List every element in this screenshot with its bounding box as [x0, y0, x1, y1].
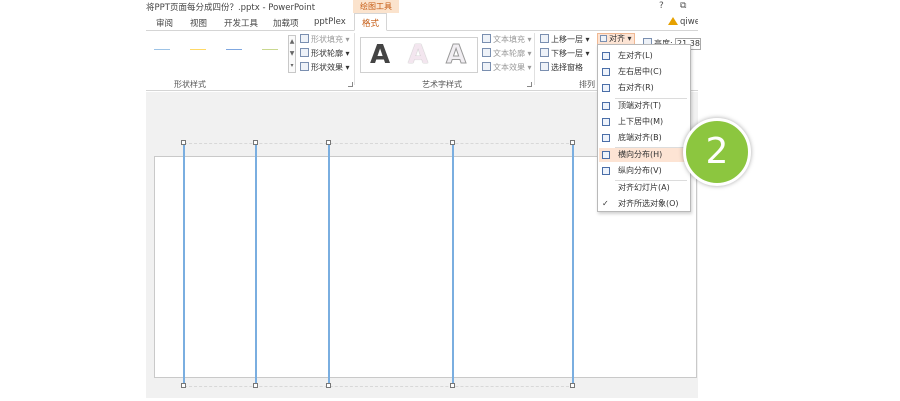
help-button[interactable]: ? — [659, 1, 664, 11]
shape-style-3[interactable] — [226, 49, 242, 50]
divider — [354, 33, 355, 85]
art-styles-launcher-icon[interactable] — [527, 82, 532, 87]
wordart-style-1[interactable]: A — [363, 39, 397, 71]
tab-addins[interactable]: 加载项 — [273, 17, 299, 29]
resize-handle[interactable] — [450, 140, 455, 145]
resize-handle[interactable] — [450, 383, 455, 388]
checkmark-icon: ✓ — [602, 199, 609, 208]
vertical-line-shape[interactable] — [572, 143, 574, 386]
paint-bucket-icon — [300, 34, 309, 43]
menu-item-distribute-horizontally[interactable]: 横向分布(H) — [599, 148, 689, 162]
menu-item-align-top[interactable]: 顶端对齐(T) — [599, 99, 689, 113]
step-callout-badge: 2 — [683, 118, 751, 186]
vertical-line-shape[interactable] — [255, 143, 257, 386]
align-top-icon — [602, 102, 610, 110]
tab-format[interactable]: 格式 — [354, 13, 388, 31]
align-middle-icon — [602, 118, 610, 126]
tab-review[interactable]: 审阅 — [156, 17, 173, 29]
shape-style-4[interactable] — [262, 49, 278, 50]
arrange-label: 排列 — [579, 80, 595, 89]
shape-effects-button[interactable]: 形状效果 ▾ — [300, 62, 350, 73]
shape-styles-launcher-icon[interactable] — [348, 82, 353, 87]
warning-icon — [668, 17, 678, 25]
vertical-line-shape[interactable] — [452, 143, 454, 386]
user-name: qiwe — [680, 17, 698, 27]
vertical-line-shape[interactable] — [183, 143, 185, 386]
resize-handle[interactable] — [570, 140, 575, 145]
ribbon-tabs: 审阅 视图 开发工具 加载项 pptPlex 格式 qiwe — [146, 13, 698, 31]
context-tab-drawing-tools: 绘图工具 — [353, 0, 399, 13]
resize-handle[interactable] — [326, 140, 331, 145]
divider — [534, 33, 535, 85]
wordart-style-3[interactable]: A — [439, 39, 473, 71]
menu-item-align-bottom[interactable]: 底端对齐(B) — [599, 131, 689, 145]
resize-handle[interactable] — [326, 383, 331, 388]
menu-item-align-middle[interactable]: 上下居中(M) — [599, 115, 689, 129]
menu-item-align-to-slide[interactable]: 对齐幻灯片(A) — [599, 181, 689, 195]
text-effects-icon — [482, 62, 491, 71]
user-account[interactable]: qiwe — [668, 17, 698, 27]
window-title: 将PPT页面每分成四份？.pptx - PowerPoint — [146, 3, 316, 13]
effects-icon — [300, 62, 309, 71]
text-fill-icon — [482, 34, 491, 43]
text-outline-button[interactable]: 文本轮廓 ▾ — [482, 48, 532, 59]
align-dropdown-menu: 左对齐(L) 左右居中(C) 右对齐(R) 顶端对齐(T) 上下居中(M) 底端… — [597, 44, 691, 212]
menu-item-align-left[interactable]: 左对齐(L) — [599, 49, 689, 63]
selection-bounds — [184, 143, 574, 387]
send-backward-icon — [540, 48, 549, 57]
wordart-style-2[interactable]: A — [401, 39, 435, 71]
tab-pptplex[interactable]: pptPlex — [314, 17, 346, 27]
resize-handle[interactable] — [253, 140, 258, 145]
distribute-horizontal-icon — [602, 151, 610, 159]
menu-item-align-right[interactable]: 右对齐(R) — [599, 81, 689, 95]
text-fill-button[interactable]: 文本填充 ▾ — [482, 34, 532, 45]
selection-pane-button[interactable]: 选择窗格 — [540, 62, 583, 73]
shape-styles-label: 形状样式 — [174, 80, 206, 89]
align-bottom-icon — [602, 134, 610, 142]
shape-outline-button[interactable]: 形状轮廓 ▾ — [300, 48, 350, 59]
align-icon — [600, 35, 607, 42]
tab-developer[interactable]: 开发工具 — [224, 17, 258, 29]
align-left-icon — [602, 52, 610, 60]
bring-forward-button[interactable]: 上移一层 ▾ — [540, 34, 590, 45]
resize-handle[interactable] — [570, 383, 575, 388]
vertical-line-shape[interactable] — [328, 143, 330, 386]
resize-handle[interactable] — [181, 140, 186, 145]
shape-fill-button[interactable]: 形状填充 ▾ — [300, 34, 350, 45]
menu-item-align-selected-objects[interactable]: ✓ 对齐所选对象(O) — [599, 197, 689, 211]
gallery-scrollbar[interactable]: ▲ ▼ ▾ — [288, 35, 296, 73]
shape-style-1[interactable] — [154, 49, 170, 50]
resize-handle[interactable] — [181, 383, 186, 388]
menu-item-align-center[interactable]: 左右居中(C) — [599, 65, 689, 79]
selection-pane-icon — [540, 62, 549, 71]
distribute-vertical-icon — [602, 167, 610, 175]
menu-item-distribute-vertically[interactable]: 纵向分布(V) — [599, 164, 689, 178]
shape-style-2[interactable] — [190, 49, 206, 50]
send-backward-button[interactable]: 下移一层 ▾ — [540, 48, 590, 59]
text-outline-icon — [482, 48, 491, 57]
wordart-gallery: A A A — [360, 37, 478, 73]
align-center-icon — [602, 68, 610, 76]
bring-forward-icon — [540, 34, 549, 43]
pen-icon — [300, 48, 309, 57]
title-bar: 将PPT页面每分成四份？.pptx - PowerPoint 绘图工具 ? ⧉ — [146, 0, 698, 14]
art-styles-label: 艺术字样式 — [422, 80, 462, 89]
tab-view[interactable]: 视图 — [190, 17, 207, 29]
align-right-icon — [602, 84, 610, 92]
text-effects-button[interactable]: 文本效果 ▾ — [482, 62, 532, 73]
screenshot: 将PPT页面每分成四份？.pptx - PowerPoint 绘图工具 ? ⧉ … — [0, 0, 900, 401]
resize-handle[interactable] — [253, 383, 258, 388]
restore-button[interactable]: ⧉ — [680, 1, 686, 11]
